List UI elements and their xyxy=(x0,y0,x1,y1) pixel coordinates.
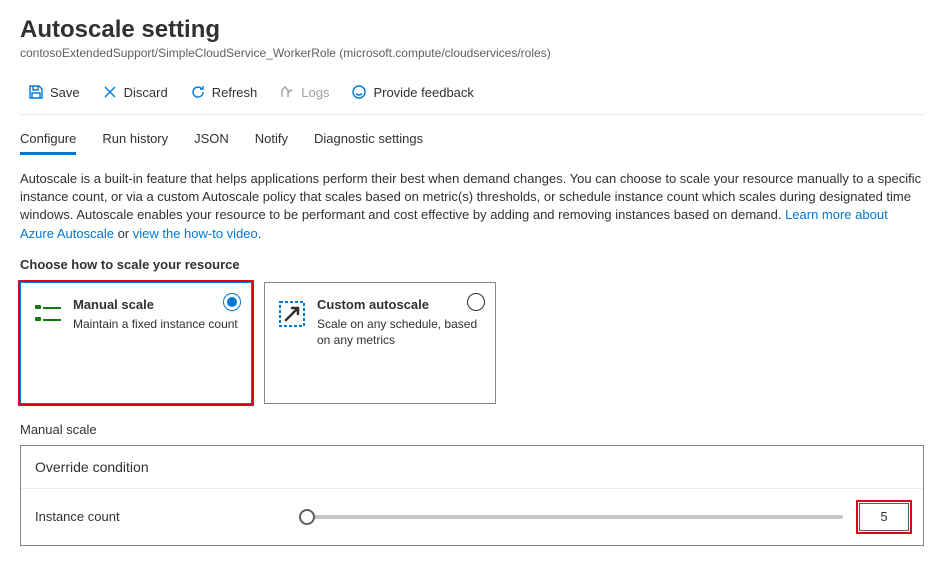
instance-count-input[interactable]: 5 xyxy=(859,503,909,531)
breadcrumb: contosoExtendedSupport/SimpleCloudServic… xyxy=(20,46,924,60)
custom-autoscale-icon xyxy=(277,299,307,329)
tab-json[interactable]: JSON xyxy=(194,125,229,155)
toolbar: Save Discard Refresh Logs Provide feedba… xyxy=(20,74,924,115)
save-icon xyxy=(28,84,44,100)
override-condition-label: Override condition xyxy=(21,446,923,488)
manual-scale-card[interactable]: Manual scale Maintain a fixed instance c… xyxy=(20,282,252,404)
discard-icon xyxy=(102,84,118,100)
howto-video-link[interactable]: view the how-to video xyxy=(133,226,258,241)
tab-notify[interactable]: Notify xyxy=(255,125,288,155)
manual-scale-subhead: Manual scale xyxy=(20,422,924,437)
save-button[interactable]: Save xyxy=(20,80,88,104)
description-text: Autoscale is a built-in feature that hel… xyxy=(20,170,924,243)
slider-thumb[interactable] xyxy=(299,509,315,525)
discard-button[interactable]: Discard xyxy=(94,80,176,104)
custom-autoscale-card[interactable]: Custom autoscale Scale on any schedule, … xyxy=(264,282,496,404)
manual-scale-sub: Maintain a fixed instance count xyxy=(73,316,238,332)
logs-label: Logs xyxy=(301,85,329,100)
refresh-button[interactable]: Refresh xyxy=(182,80,266,104)
slider-track xyxy=(301,515,843,519)
refresh-icon xyxy=(190,84,206,100)
discard-label: Discard xyxy=(124,85,168,100)
custom-autoscale-radio[interactable] xyxy=(467,293,485,311)
description-post: . xyxy=(258,226,262,241)
feedback-label: Provide feedback xyxy=(373,85,473,100)
feedback-button[interactable]: Provide feedback xyxy=(343,80,481,104)
custom-autoscale-title: Custom autoscale xyxy=(317,297,483,312)
tab-diagnostic[interactable]: Diagnostic settings xyxy=(314,125,423,155)
override-panel: Override condition Instance count 5 xyxy=(20,445,924,546)
description-sep: or xyxy=(118,226,133,241)
instance-count-row: Instance count 5 xyxy=(21,488,923,545)
scale-mode-cards: Manual scale Maintain a fixed instance c… xyxy=(20,282,924,404)
instance-count-label: Instance count xyxy=(35,509,285,524)
custom-autoscale-sub: Scale on any schedule, based on any metr… xyxy=(317,316,483,348)
logs-button: Logs xyxy=(271,80,337,104)
save-label: Save xyxy=(50,85,80,100)
tab-bar: Configure Run history JSON Notify Diagno… xyxy=(20,117,924,156)
manual-scale-title: Manual scale xyxy=(73,297,238,312)
tab-configure[interactable]: Configure xyxy=(20,125,76,155)
tab-run-history[interactable]: Run history xyxy=(102,125,168,155)
choose-heading: Choose how to scale your resource xyxy=(20,257,924,272)
refresh-label: Refresh xyxy=(212,85,258,100)
instance-count-slider[interactable] xyxy=(301,515,843,519)
logs-icon xyxy=(279,84,295,100)
manual-scale-icon xyxy=(33,299,63,329)
page-title: Autoscale setting xyxy=(20,16,924,44)
manual-scale-radio[interactable] xyxy=(223,293,241,311)
feedback-icon xyxy=(351,84,367,100)
